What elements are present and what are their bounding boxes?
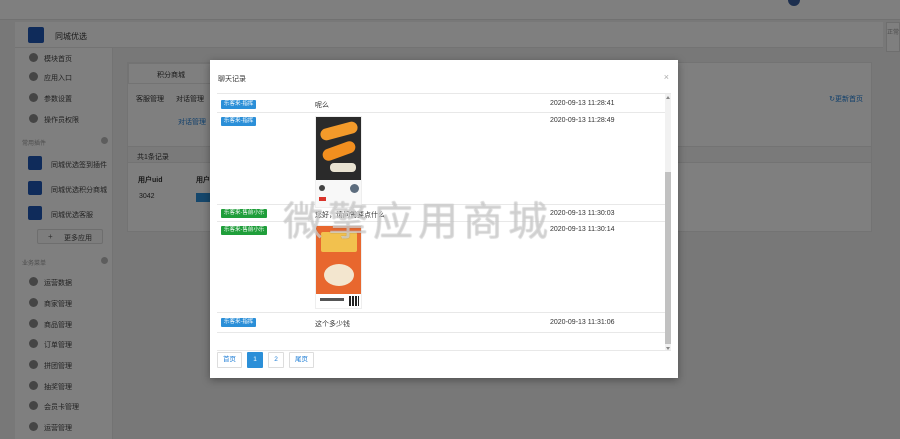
message-text: 您好，请问需要点什么: [315, 212, 385, 219]
close-icon[interactable]: ×: [664, 73, 669, 82]
message-time: 2020-09-13 11:28:41: [550, 100, 615, 107]
food-poster-image[interactable]: [315, 225, 362, 309]
list-item: 乐客来-指挥 呢么 2020-09-13 11:28:41: [217, 94, 665, 113]
message-time: 2020-09-13 11:30:03: [550, 210, 615, 217]
vertical-scrollbar[interactable]: [665, 94, 671, 350]
sender-badge: 乐客来-指挥: [221, 318, 257, 327]
list-item: 乐客来-指挥 2020-09-13 11:28:49: [217, 113, 665, 208]
sender-badge: 乐客来-售前小乐: [221, 226, 268, 235]
message-text: 呢么: [315, 102, 329, 109]
message-time: 2020-09-13 11:28:49: [550, 117, 615, 124]
page-2-button[interactable]: 2: [268, 352, 284, 368]
sushi-product-image[interactable]: [315, 116, 362, 208]
qr-code-icon: [349, 296, 359, 306]
sender-badge: 乐客来-指挥: [221, 117, 257, 126]
image-logo: [319, 185, 325, 191]
list-item: 乐客来-售前小乐 您好，请问需要点什么 2020-09-13 11:30:03: [217, 205, 665, 222]
scroll-up-arrow-icon[interactable]: [666, 96, 670, 99]
list-item: 乐客来-售前小乐 2020-09-13 11:30:14: [217, 222, 665, 313]
image-detail: [330, 163, 356, 172]
last-page-button[interactable]: 尾页: [289, 352, 314, 368]
page-1-button[interactable]: 1: [247, 352, 263, 368]
list-item: 乐客来-指挥 这个多少钱 2020-09-13 11:31:06: [217, 313, 665, 333]
scroll-down-arrow-icon[interactable]: [666, 347, 670, 350]
message-time: 2020-09-13 11:31:06: [550, 319, 615, 326]
chat-list: 乐客来-指挥 呢么 2020-09-13 11:28:41 乐客来-指挥 202…: [217, 93, 671, 351]
message-time: 2020-09-13 11:30:14: [550, 226, 615, 233]
image-detail: [321, 232, 357, 252]
modal-title: 聊天记录: [218, 76, 246, 83]
chat-history-modal: 聊天记录 × 乐客来-指挥 呢么 2020-09-13 11:28:41 乐客来…: [210, 60, 678, 378]
image-detail: [320, 298, 344, 301]
sender-badge: 乐客来-指挥: [221, 100, 257, 109]
first-page-button[interactable]: 首页: [217, 352, 242, 368]
image-detail: [324, 264, 354, 286]
sender-badge: 乐客来-售前小乐: [221, 209, 268, 218]
image-badge: [350, 184, 359, 193]
scrollbar-thumb[interactable]: [665, 172, 671, 344]
image-price-tag: [319, 197, 326, 201]
message-text: 这个多少钱: [315, 321, 350, 328]
